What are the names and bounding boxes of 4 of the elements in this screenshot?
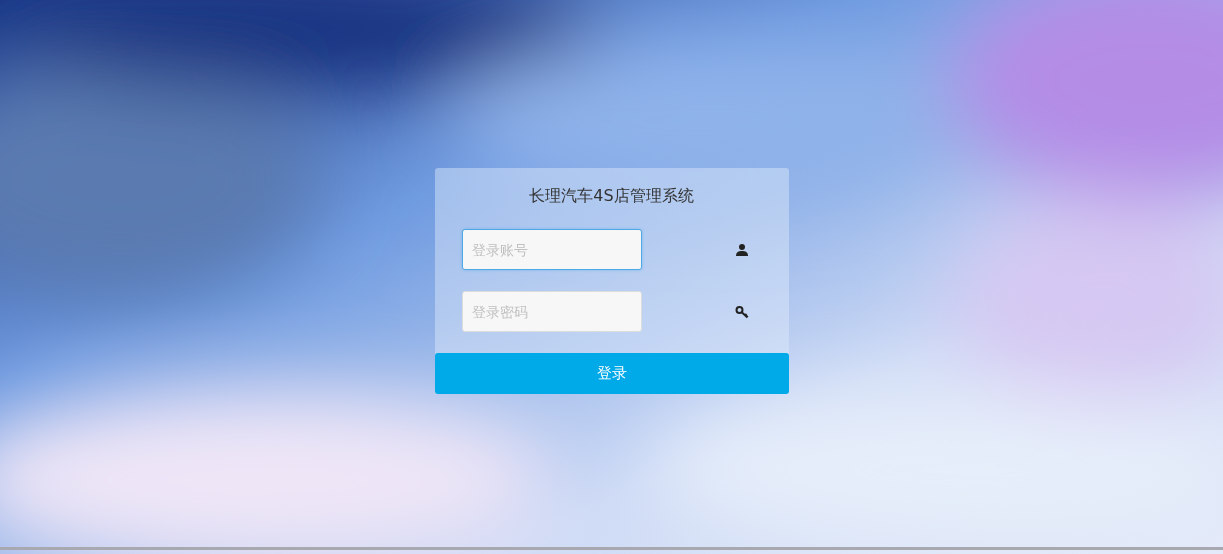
- system-title: 长理汽车4S店管理系统: [528, 185, 695, 207]
- login-button[interactable]: 登录: [434, 353, 789, 394]
- key-icon: [734, 304, 749, 319]
- user-icon: [734, 242, 749, 257]
